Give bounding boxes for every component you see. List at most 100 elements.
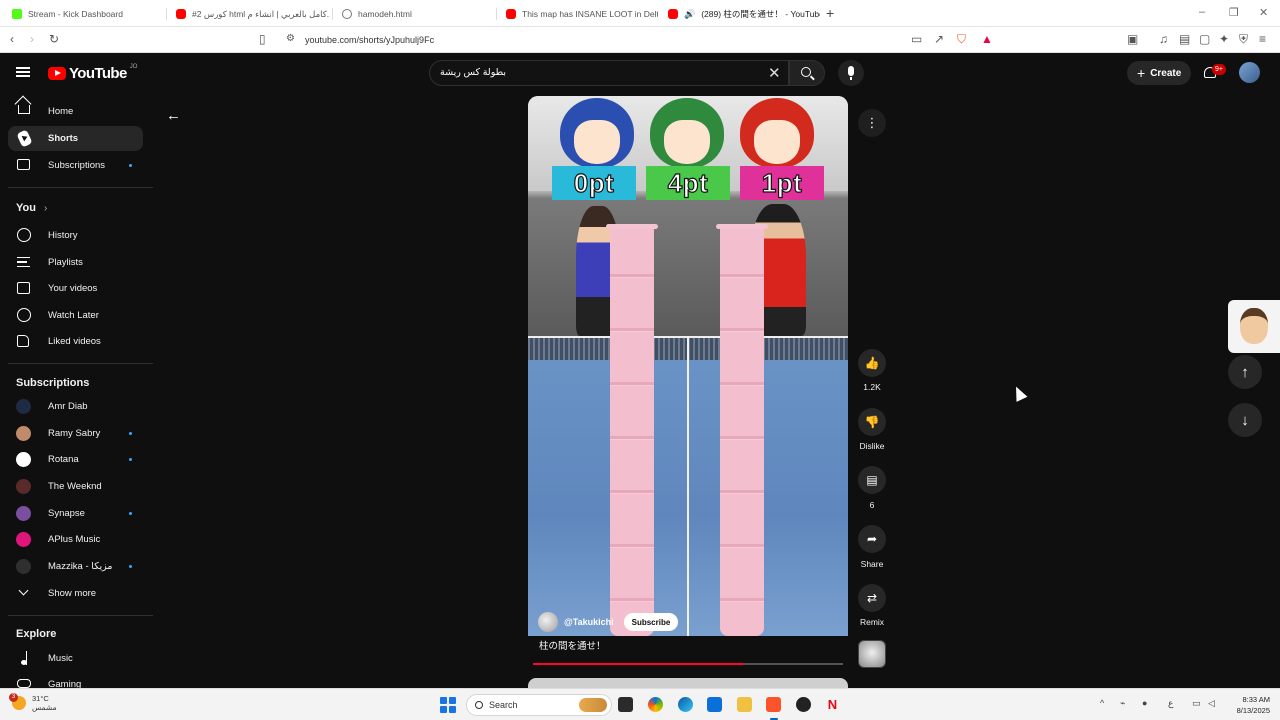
sidebar-item-your-videos[interactable]: Your videos [8, 276, 143, 301]
subscription-aplus-music[interactable]: APlus Music [8, 527, 143, 552]
volume-icon[interactable]: ◁ [1208, 698, 1215, 709]
you-section-header[interactable]: You › [16, 202, 47, 214]
language-icon[interactable]: ع [1168, 698, 1173, 709]
cup-tower-right [716, 224, 768, 636]
sidebar-item-label: Subscriptions [48, 160, 106, 171]
close-window-icon[interactable]: ✕ [1259, 6, 1268, 19]
plus-icon: + [1137, 65, 1146, 81]
bookmark-icon[interactable]: ▯ [259, 32, 266, 46]
like-button[interactable]: 👍 [858, 349, 886, 377]
subscription-amr-diab[interactable]: Amr Diab [8, 394, 143, 419]
youtube-icon [506, 9, 516, 19]
menu-icon[interactable]: ≡ [1259, 32, 1266, 46]
brave-rewards-icon[interactable]: ▲ [981, 32, 993, 46]
subscription-mazzika[interactable]: Mazzika - مزيكا [8, 554, 143, 579]
tray-overflow-icon[interactable]: ^ [1100, 698, 1104, 708]
clear-search-icon[interactable]: ✕ [768, 64, 781, 82]
browser-tab-kick[interactable]: Stream - Kick Dashboard [4, 3, 164, 25]
youtube-logo[interactable]: YouTube JO [48, 64, 137, 82]
sidebar-item-home[interactable]: Home [8, 99, 143, 124]
show-more-button[interactable]: Show more [8, 581, 143, 606]
shorts-video-player[interactable]: 0pt 4pt 1pt [528, 96, 848, 636]
forward-icon[interactable]: › [30, 32, 34, 46]
leo-ai-icon[interactable]: ✦ [1219, 32, 1229, 46]
media-icon[interactable]: ♫ [1159, 32, 1168, 46]
next-short-preview [528, 678, 848, 688]
subscription-synapse[interactable]: Synapse [8, 501, 143, 526]
thumbs-up-icon: 👍 [864, 356, 880, 370]
sidebar-item-gaming[interactable]: Gaming [8, 672, 143, 688]
dislike-button[interactable]: 👎 [858, 408, 886, 436]
tab-separator [496, 8, 497, 20]
sidebar-toggle-icon[interactable]: ▤ [1179, 32, 1190, 46]
file-explorer-icon[interactable] [737, 697, 752, 712]
sound-source-thumbnail[interactable] [858, 640, 886, 668]
account-avatar[interactable] [1239, 62, 1260, 83]
sidebar-item-subscriptions[interactable]: Subscriptions [8, 153, 143, 178]
browser-tab-active-short[interactable]: 🔊 (289) 柱の間を通せ！ - YouTube ✕ [660, 3, 820, 25]
task-view-icon[interactable] [618, 697, 633, 712]
video-progress-bar[interactable] [533, 663, 843, 665]
subscription-rotana[interactable]: Rotana [8, 447, 143, 472]
search-icon [475, 701, 483, 709]
brave-shield-icon[interactable]: ⛉ [957, 32, 966, 47]
system-clock[interactable]: 8:33 AM 8/13/2025 [1222, 694, 1270, 716]
comments-button[interactable]: ▤ [858, 466, 886, 494]
new-tab-icon[interactable]: + [826, 5, 834, 21]
create-button[interactable]: + Create [1127, 61, 1192, 85]
sidebar-item-playlists[interactable]: Playlists [8, 250, 143, 275]
search-button[interactable] [789, 60, 825, 86]
create-label: Create [1150, 67, 1182, 79]
subscription-the-weeknd[interactable]: The Weeknd [8, 474, 143, 499]
taskbar-search[interactable]: Search [466, 694, 612, 716]
subscribe-button[interactable]: Subscribe [623, 613, 679, 631]
edge-icon[interactable] [678, 697, 693, 712]
site-info-icon[interactable]: ⚙ [286, 33, 295, 44]
mic-tray-icon[interactable]: ● [1142, 698, 1147, 708]
more-options-button[interactable]: ⋮ [858, 109, 886, 137]
vpn-icon[interactable]: ⛨ [1239, 32, 1248, 47]
back-icon[interactable]: ‹ [10, 32, 14, 46]
sidebar-item-music[interactable]: Music [8, 646, 143, 671]
wallet-icon[interactable]: ▢ [1199, 32, 1210, 46]
channel-avatar[interactable] [538, 612, 558, 632]
reload-icon[interactable]: ↻ [49, 32, 59, 46]
home-icon [18, 105, 30, 114]
brave-icon[interactable] [766, 697, 781, 712]
video-title[interactable]: 柱の間を通せ！ [539, 638, 606, 652]
start-button[interactable] [440, 697, 456, 713]
share-page-icon[interactable]: ↗ [934, 32, 944, 46]
reader-icon[interactable]: ▣ [1127, 32, 1138, 46]
weather-widget[interactable]: 3 31°C مشمس [9, 693, 57, 712]
network-icon[interactable]: ⌁ [1120, 698, 1125, 709]
windows-logo-icon [440, 697, 447, 704]
minimize-icon[interactable]: – [1199, 6, 1205, 18]
back-arrow-icon[interactable]: ← [166, 107, 181, 124]
sidebar-item-liked-videos[interactable]: Liked videos [8, 329, 143, 354]
display-icon[interactable]: ▭ [1192, 698, 1201, 709]
address-bar[interactable]: ⚙ youtube.com/shorts/yJpuhulj9Fc [278, 31, 998, 49]
remix-button[interactable]: ⇄ [858, 584, 886, 612]
previous-short-button[interactable]: ↑ [1228, 355, 1262, 389]
sidebar-item-watch-later[interactable]: Watch Later [8, 303, 143, 328]
subscription-ramy-sabry[interactable]: Ramy Sabry [8, 421, 143, 446]
restore-icon[interactable]: ❐ [1229, 6, 1239, 19]
netflix-icon[interactable]: N [825, 697, 840, 712]
browser-tab-html-course[interactable]: #2 كورس html كامل بالعربي | انشاء م... [168, 3, 330, 25]
channel-name[interactable]: @Takukichi [564, 617, 614, 627]
obs-icon[interactable] [796, 697, 811, 712]
guide-menu-icon[interactable] [16, 67, 30, 77]
share-button[interactable]: ➦ [858, 525, 886, 553]
store-icon[interactable] [707, 697, 722, 712]
browser-tab-delta[interactable]: This map has INSANE LOOT in Delta... [498, 3, 658, 25]
sidebar-item-history[interactable]: History [8, 223, 143, 248]
browser-tab-hamodeh[interactable]: hamodeh.html [334, 3, 496, 25]
copilot-icon[interactable] [648, 697, 663, 712]
search-input[interactable]: بطولة كس ريشة ✕ [429, 60, 789, 86]
sidebar-item-label: The Weeknd [48, 481, 102, 492]
sidebar-item-shorts[interactable]: Shorts [8, 126, 143, 151]
voice-search-button[interactable] [838, 60, 864, 86]
next-short-button[interactable]: ↓ [1228, 403, 1262, 437]
cup-tower-left [606, 224, 658, 636]
cast-icon[interactable]: ▭ [911, 32, 922, 46]
